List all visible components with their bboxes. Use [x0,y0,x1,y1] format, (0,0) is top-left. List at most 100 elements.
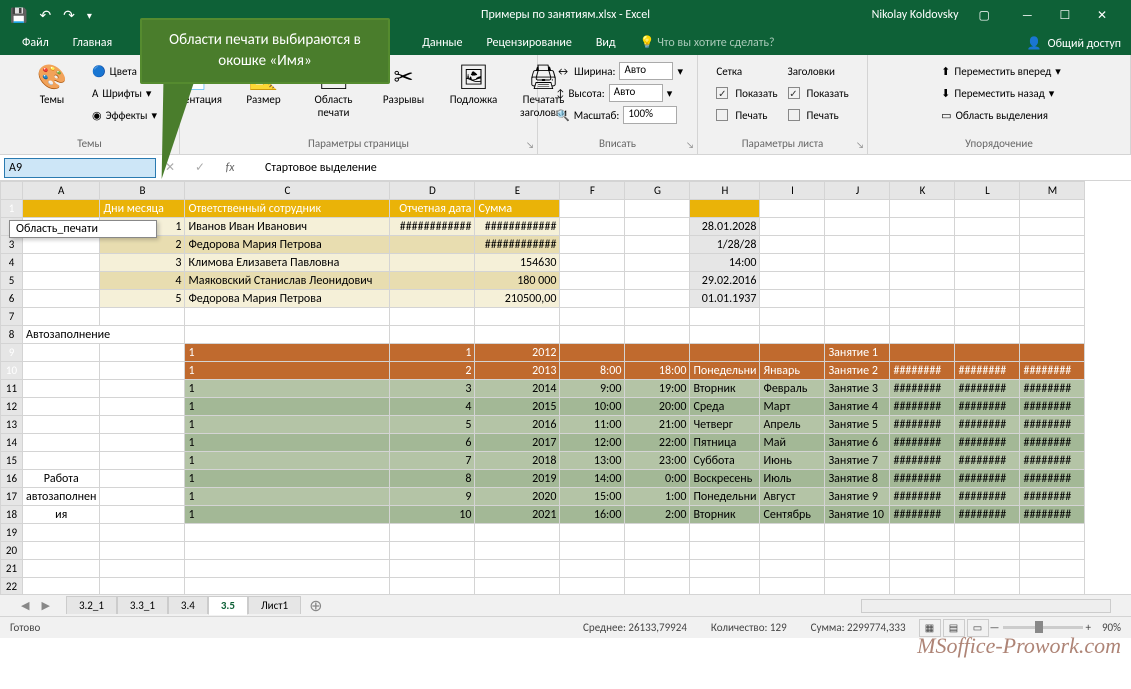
cell[interactable]: 4 [100,272,185,290]
cell[interactable]: 29.02.2016 [690,272,760,290]
cell[interactable]: ия [23,506,100,524]
cell[interactable] [955,326,1020,344]
cell[interactable] [185,542,390,560]
scale-row[interactable]: 🔍 Масштаб: 100% [556,105,683,125]
cell[interactable] [825,326,890,344]
cell[interactable] [760,308,825,326]
row-header[interactable]: 1 [1,200,23,218]
cell[interactable] [890,542,955,560]
cell[interactable]: 1 [185,362,390,380]
cell[interactable] [825,200,890,218]
cell[interactable] [825,254,890,272]
cell[interactable] [760,560,825,578]
cell[interactable] [690,542,760,560]
cell[interactable]: Маяковский Станислав Леонидович [185,272,390,290]
cell[interactable]: ######## [1020,488,1085,506]
qat-more-icon[interactable]: ▾ [87,9,92,22]
cell[interactable] [23,434,100,452]
cell[interactable]: 12:00 [560,434,625,452]
cell[interactable]: 18:00 [625,362,690,380]
cell[interactable] [100,362,185,380]
cell[interactable] [955,218,1020,236]
cell[interactable]: 2018 [475,452,560,470]
cell[interactable]: Февраль [760,380,825,398]
row-header[interactable]: 10 [1,362,23,380]
cell[interactable] [1020,524,1085,542]
tab-data[interactable]: Данные [410,31,474,55]
cell[interactable]: Четверг [690,416,760,434]
namebox-dropdown[interactable]: Область_печати [9,220,157,238]
col-header[interactable]: H [690,182,760,200]
cell[interactable]: 2016 [475,416,560,434]
tab-home[interactable]: Главная [61,31,124,55]
row-header[interactable]: 8 [1,326,23,344]
cell[interactable] [23,578,100,595]
cell[interactable]: 23:00 [625,452,690,470]
cell[interactable]: 1 [185,398,390,416]
cell[interactable]: 9:00 [560,380,625,398]
cell[interactable]: Вторник [690,506,760,524]
cell[interactable] [625,578,690,595]
cell[interactable]: 14:00 [560,470,625,488]
head-print-check[interactable]: Печать [788,105,849,125]
cell[interactable]: ############ [390,218,475,236]
cell[interactable] [185,578,390,595]
cell[interactable]: Климова Елизавета Павловна [185,254,390,272]
minimize-button[interactable]: — [1010,3,1045,29]
cell[interactable]: Среда [690,398,760,416]
cell[interactable] [1020,218,1085,236]
grid-print-check[interactable]: Печать [716,105,777,125]
cell[interactable] [1020,254,1085,272]
cell[interactable]: 5 [100,290,185,308]
cell[interactable] [760,236,825,254]
cell[interactable] [100,452,185,470]
cell[interactable]: 2012 [475,344,560,362]
head-show-check[interactable]: Показать [788,83,849,103]
cell[interactable]: ######## [955,452,1020,470]
cell[interactable]: ######## [955,398,1020,416]
cell[interactable] [100,398,185,416]
cell[interactable] [560,254,625,272]
cell[interactable]: 9 [390,488,475,506]
row-header[interactable]: 14 [1,434,23,452]
cell[interactable] [955,308,1020,326]
cell[interactable] [23,542,100,560]
cell[interactable] [185,308,390,326]
cell[interactable]: Воскресень [690,470,760,488]
send-backward-button[interactable]: ⬇ Переместить назад ▾ [941,83,1061,103]
new-sheet-button[interactable]: ⊕ [301,596,330,616]
cell[interactable]: Пятница [690,434,760,452]
cell[interactable] [100,416,185,434]
cell[interactable]: ############ [475,218,560,236]
pagesetup-dialog-icon[interactable]: ↘ [526,140,534,151]
cell[interactable] [625,524,690,542]
themes-button[interactable]: 🎨Темы [22,57,82,154]
cell[interactable] [560,560,625,578]
cell[interactable]: 1 [185,434,390,452]
cell[interactable] [390,524,475,542]
cell[interactable] [390,578,475,595]
cell[interactable] [23,236,100,254]
cell[interactable]: Январь [760,362,825,380]
background-button[interactable]: 🖼Подложка [444,57,504,154]
cell[interactable]: 22:00 [625,434,690,452]
cell[interactable] [100,308,185,326]
cell[interactable]: Занятие 9 [825,488,890,506]
cell[interactable] [760,578,825,595]
cell[interactable]: 13:00 [560,452,625,470]
col-header[interactable]: F [560,182,625,200]
close-button[interactable]: ✕ [1085,3,1119,29]
cell[interactable] [825,290,890,308]
cell[interactable]: 16:00 [560,506,625,524]
grid-show-check[interactable]: Показать [716,83,777,103]
cell[interactable]: ######## [955,488,1020,506]
cell[interactable] [955,200,1020,218]
col-header[interactable] [1,182,23,200]
cell[interactable] [890,344,955,362]
cell[interactable]: ######## [1020,506,1085,524]
cell[interactable]: Занятие 6 [825,434,890,452]
cell[interactable] [690,200,760,218]
cell[interactable]: ######## [890,488,955,506]
cell[interactable] [955,344,1020,362]
cell[interactable]: 8 [390,470,475,488]
